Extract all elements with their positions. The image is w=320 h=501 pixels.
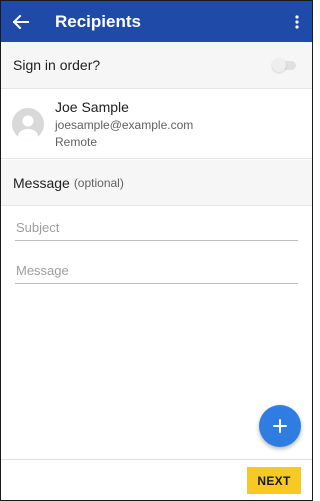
message-section-title: Message (13, 174, 70, 191)
app-bar: Recipients (1, 1, 312, 42)
arrow-left-icon (13, 14, 29, 29)
sign-in-order-label: Sign in order? (13, 57, 101, 73)
subject-input[interactable] (15, 219, 298, 241)
overflow-menu-button[interactable] (282, 1, 312, 42)
recipient-type: Remote (55, 134, 98, 149)
bottom-action-bar: NEXT (1, 459, 312, 500)
person-icon (18, 115, 38, 140)
recipient-email: joesample@example.com (55, 117, 194, 132)
recipient-name: Joe Sample (55, 98, 129, 115)
app-screen: Recipients Sign in order? Joe Sample joe… (0, 0, 313, 501)
message-section-header: Message (optional) (1, 160, 312, 206)
toggle-thumb (272, 58, 286, 72)
more-vertical-icon (295, 14, 299, 29)
avatar (12, 107, 44, 140)
recipient-info: Joe Sample joesample@example.com Remote (55, 99, 193, 149)
add-recipient-button[interactable] (259, 405, 301, 447)
optional-label: (optional) (73, 175, 124, 190)
page-title: Recipients (55, 11, 141, 31)
sign-in-order-toggle[interactable] (272, 58, 298, 72)
message-input[interactable] (15, 262, 298, 284)
sign-in-order-row: Sign in order? (1, 42, 312, 89)
plus-icon (273, 419, 287, 433)
next-button[interactable]: NEXT (247, 467, 301, 494)
back-button[interactable] (1, 1, 41, 42)
recipient-row[interactable]: Joe Sample joesample@example.com Remote (1, 89, 312, 159)
